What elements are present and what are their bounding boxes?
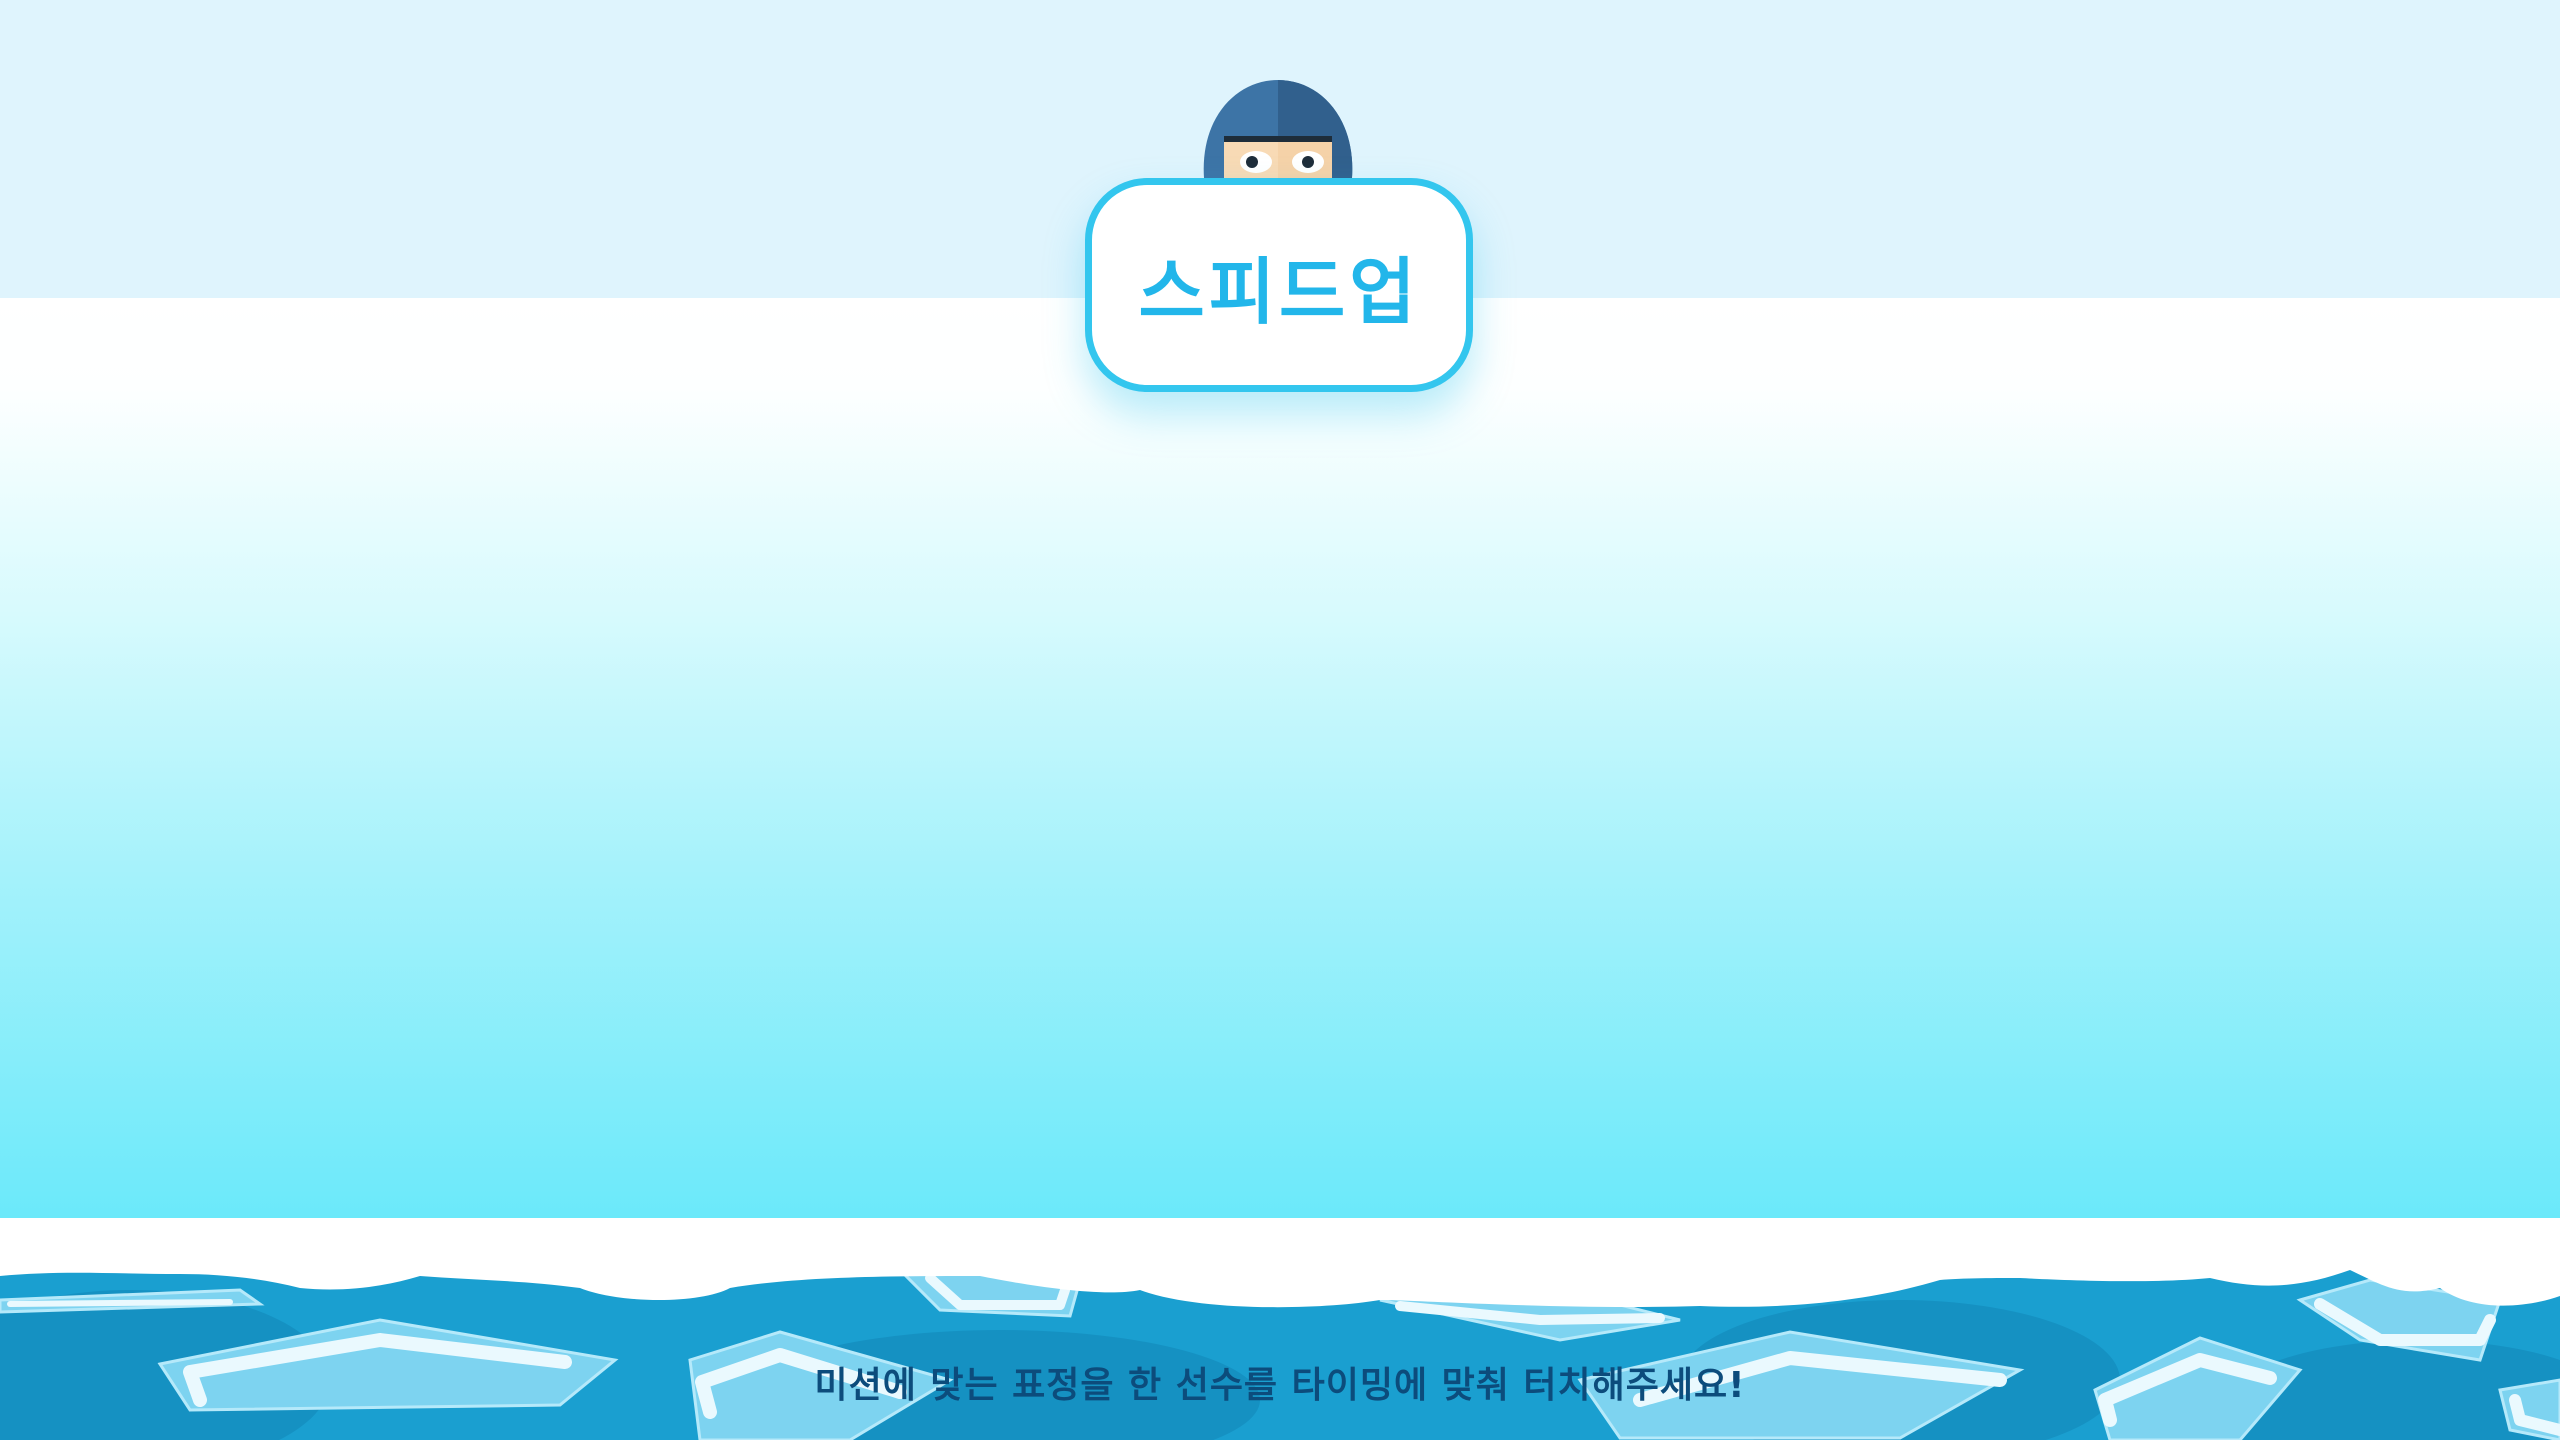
game-title: 스피드업 bbox=[1138, 249, 1420, 334]
sky-background bbox=[0, 298, 2560, 1218]
game-title-card: 스피드업 bbox=[1085, 178, 1473, 392]
instruction-text: 미션에 맞는 표정을 한 선수를 타이밍에 맞춰 터치해주세요! bbox=[814, 1365, 1746, 1406]
helmeted-athlete-peeking-icon bbox=[1203, 80, 1353, 186]
snow-shoreline bbox=[0, 1218, 2560, 1308]
